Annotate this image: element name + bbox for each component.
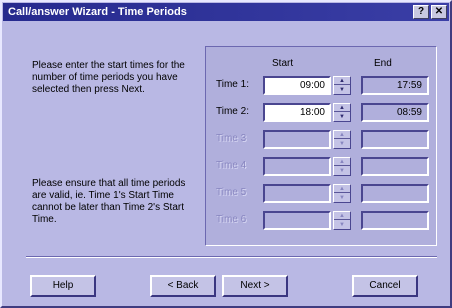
- spin-down-icon: ▼: [339, 168, 345, 174]
- spin-down-icon: ▼: [339, 195, 345, 201]
- end-time-field: [361, 211, 429, 230]
- time-row-label: Time 6: [216, 214, 247, 225]
- start-time-field[interactable]: 18:00: [263, 103, 331, 122]
- start-time-spinner: ▲ ▼: [333, 130, 351, 149]
- start-time-spinner: ▲ ▼: [333, 211, 351, 230]
- start-time-field: [263, 130, 331, 149]
- spin-up-icon[interactable]: ▲: [334, 77, 350, 85]
- title-bar[interactable]: Call/answer Wizard - Time Periods ? ✕: [3, 3, 449, 21]
- start-time-field: [263, 211, 331, 230]
- start-time-spinner: ▲ ▼: [333, 184, 351, 203]
- time-row-label: Time 2:: [216, 106, 249, 117]
- end-time-field: [361, 130, 429, 149]
- time-row-label: Time 3: [216, 133, 247, 144]
- start-time-field: [263, 184, 331, 203]
- time-row-2: Time 2: 18:00 ▲ ▼ 08:59: [206, 103, 438, 123]
- time-row-4: Time 4 ▲ ▼: [206, 157, 438, 177]
- time-row-label: Time 4: [216, 160, 247, 171]
- start-time-spinner[interactable]: ▲ ▼: [333, 103, 351, 122]
- cancel-button[interactable]: Cancel: [352, 275, 418, 297]
- end-time-field: 17:59: [361, 76, 429, 95]
- divider: [26, 256, 437, 258]
- spin-down-icon[interactable]: ▼: [334, 86, 350, 94]
- spin-up-icon[interactable]: ▲: [334, 104, 350, 112]
- title-help-button[interactable]: ?: [413, 5, 429, 19]
- spin-up-icon: ▲: [334, 185, 350, 193]
- time-row-6: Time 6 ▲ ▼: [206, 211, 438, 231]
- start-time-spinner: ▲ ▼: [333, 157, 351, 176]
- spin-up-icon: ▲: [334, 212, 350, 220]
- start-time-field: [263, 157, 331, 176]
- end-time-field: [361, 157, 429, 176]
- time-row-label: Time 5: [216, 187, 247, 198]
- back-button[interactable]: < Back: [150, 275, 216, 297]
- next-button[interactable]: Next >: [222, 275, 288, 297]
- spin-down-icon: ▼: [339, 222, 345, 228]
- validation-note: Please ensure that all time periods are …: [32, 178, 186, 225]
- window-title: Call/answer Wizard - Time Periods: [8, 6, 187, 18]
- start-time-spinner[interactable]: ▲ ▼: [333, 76, 351, 95]
- end-time-field: 08:59: [361, 103, 429, 122]
- start-time-field[interactable]: 09:00: [263, 76, 331, 95]
- title-close-button[interactable]: ✕: [431, 5, 447, 19]
- time-row-3: Time 3 ▲ ▼: [206, 130, 438, 150]
- time-row-label: Time 1:: [216, 79, 249, 90]
- spin-down-icon: ▼: [339, 141, 345, 147]
- end-time-field: [361, 184, 429, 203]
- help-button[interactable]: Help: [30, 275, 96, 297]
- intro-text: Please enter the start times for the num…: [32, 60, 185, 95]
- spin-down-icon[interactable]: ▼: [334, 113, 350, 121]
- time-periods-panel: Start End Time 1: 09:00 ▲ ▼ 17:59 Time 2: 18:0…: [205, 46, 437, 246]
- start-column-header: Start: [272, 58, 294, 69]
- wizard-window: Call/answer Wizard - Time Periods ? ✕ Pl…: [0, 0, 452, 308]
- time-row-1: Time 1: 09:00 ▲ ▼ 17:59: [206, 76, 438, 96]
- end-column-header: End: [374, 58, 392, 69]
- spin-up-icon: ▲: [334, 131, 350, 139]
- spin-up-icon: ▲: [334, 158, 350, 166]
- time-row-5: Time 5 ▲ ▼: [206, 184, 438, 204]
